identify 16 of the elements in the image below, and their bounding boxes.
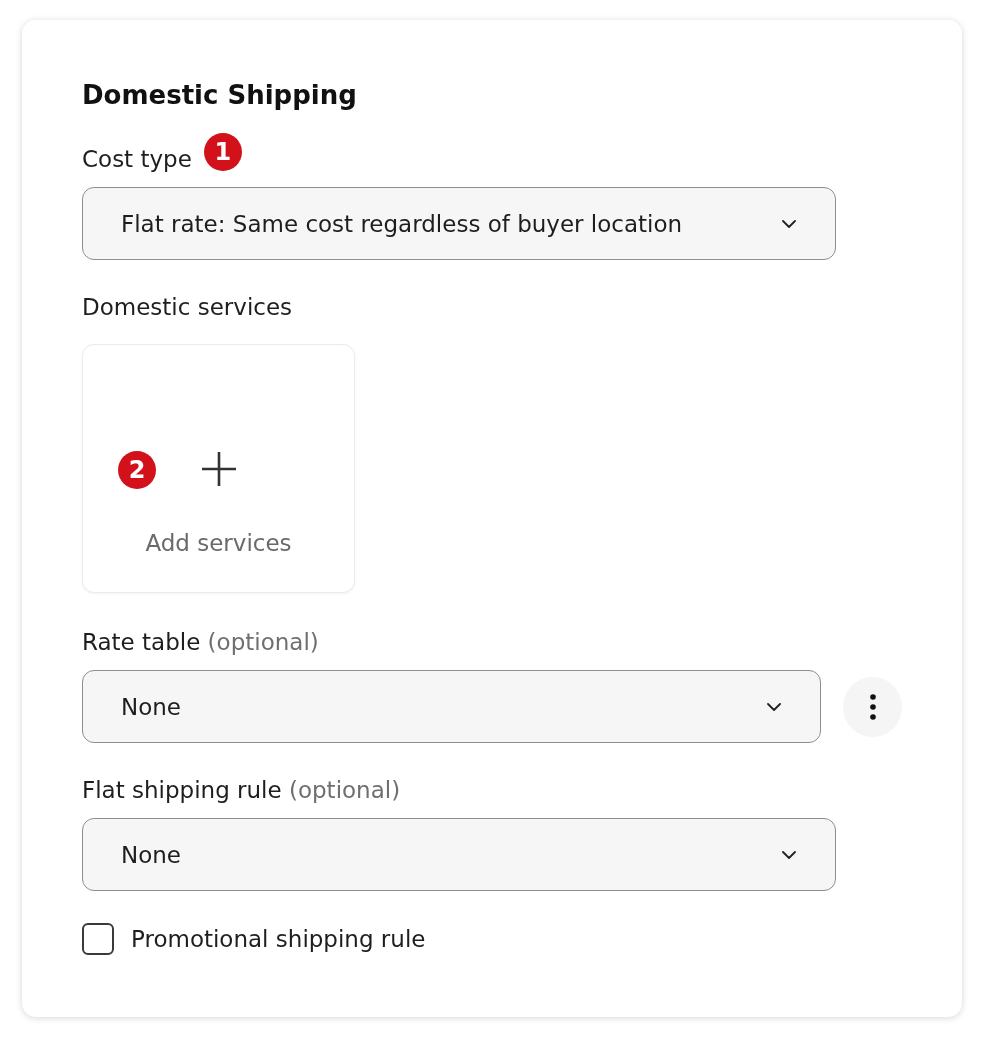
checkbox-label: Promotional shipping rule (131, 925, 426, 954)
dropdown-select[interactable]: None (82, 670, 822, 743)
plus-icon (200, 451, 237, 487)
field-label: Rate table (optional) (82, 628, 319, 657)
chevron-down-icon (782, 850, 796, 859)
field-label: Domestic services (82, 293, 293, 322)
more-vertical-icon (869, 693, 876, 720)
field-label: Flat shipping rule (optional) (82, 776, 401, 805)
field-label: Cost type (82, 145, 192, 174)
step-badge: 1 (203, 133, 242, 171)
dropdown-select[interactable]: Flat rate: Same cost regardless of buyer location (82, 187, 836, 260)
chevron-down-icon (782, 219, 796, 228)
checkbox[interactable] (82, 923, 114, 955)
dropdown-select[interactable]: None (82, 818, 836, 891)
chevron-down-icon (767, 702, 782, 711)
section-title: Domestic Shipping (82, 79, 357, 112)
